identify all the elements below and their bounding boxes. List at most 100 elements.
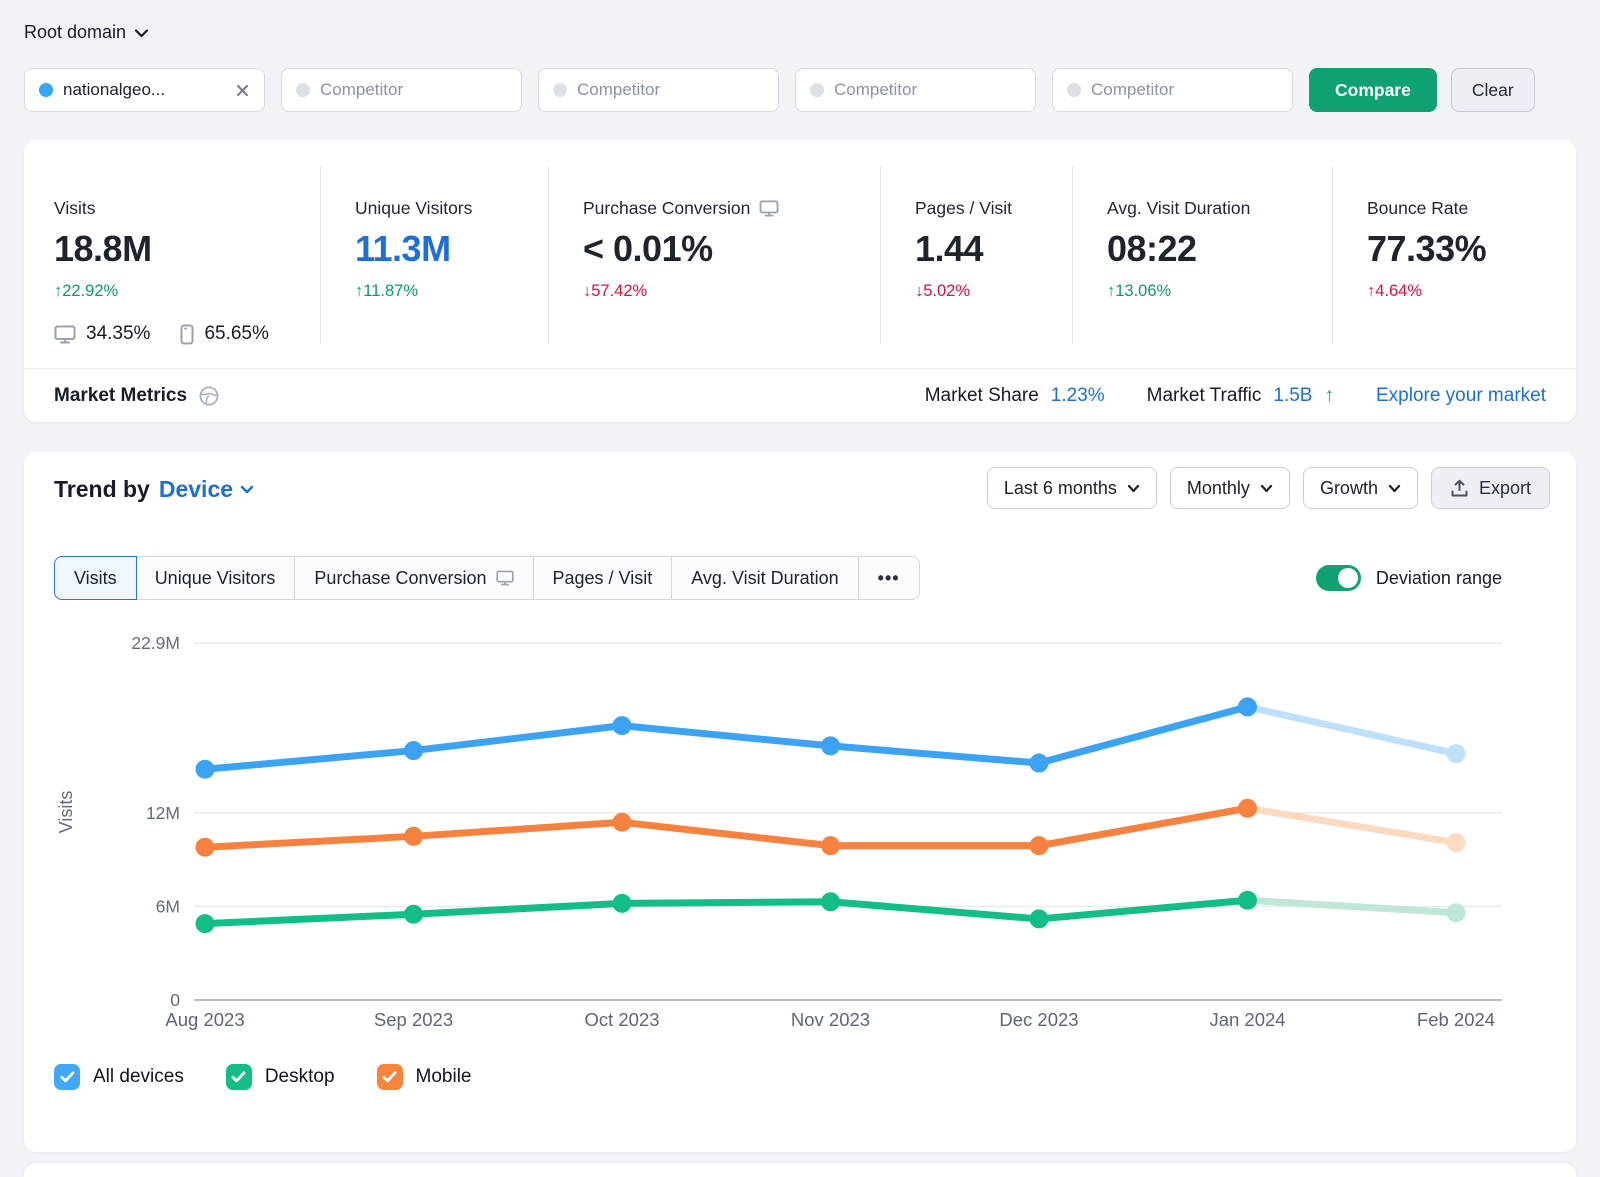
metric-change: ↑4.64% [1367, 282, 1566, 301]
domain-color-dot [39, 83, 53, 97]
metric-label: Bounce Rate [1367, 198, 1566, 219]
tab-visits[interactable]: Visits [54, 556, 137, 600]
svg-text:Dec 2023: Dec 2023 [999, 1009, 1078, 1030]
legend-desktop[interactable]: Desktop [226, 1064, 335, 1090]
device-split: 34.35% 65.65% [54, 323, 310, 345]
metric-bounce-rate: Bounce Rate 77.33% ↑4.64% [1332, 166, 1576, 344]
deviation-toggle[interactable] [1316, 565, 1361, 591]
desktop-icon [496, 570, 514, 586]
competitor-color-dot [296, 83, 310, 97]
main-domain-chip[interactable]: nationalgeo... [24, 68, 265, 112]
mobile-share: 65.65% [204, 323, 268, 345]
metric-unique-visitors: Unique Visitors 11.3M ↑11.87% [320, 166, 548, 344]
chevron-down-icon [1127, 484, 1140, 493]
legend-label: All devices [93, 1066, 184, 1088]
desktop-share: 34.35% [86, 323, 150, 345]
metric-purchase-conversion: Purchase Conversion < 0.01% ↓57.42% [548, 166, 880, 344]
arrow-up-icon: ↑ [1324, 385, 1334, 407]
svg-text:Jan 2024: Jan 2024 [1209, 1009, 1285, 1030]
competitor-color-dot [553, 83, 567, 97]
metrics-card: Visits 18.8M ↑22.92% 34.35% 65.65% Uniqu… [24, 140, 1576, 422]
market-traffic-value[interactable]: 1.5B [1273, 385, 1312, 407]
competitor-color-dot [1067, 83, 1081, 97]
metric-label: Unique Visitors [355, 198, 538, 219]
main-domain-text: nationalgeo... [63, 80, 225, 100]
svg-text:Aug 2023: Aug 2023 [165, 1009, 244, 1030]
metric-label: Pages / Visit [915, 198, 1062, 219]
competitor-input-3[interactable]: Competitor [795, 68, 1036, 112]
root-domain-label: Root domain [24, 22, 126, 43]
market-share-value[interactable]: 1.23% [1051, 385, 1105, 407]
globe-icon [198, 385, 220, 407]
metrics-row: Visits 18.8M ↑22.92% 34.35% 65.65% Uniqu… [24, 140, 1576, 368]
metric-visits: Visits 18.8M ↑22.92% 34.35% 65.65% [24, 166, 320, 344]
svg-text:12M: 12M [146, 803, 180, 823]
trend-title-prefix: Trend by [54, 476, 150, 503]
chart-tabs-row: Visits Unique Visitors Purchase Conversi… [54, 556, 1502, 600]
competitor-placeholder: Competitor [320, 80, 403, 100]
legend-all-devices[interactable]: All devices [54, 1064, 184, 1090]
tab-unique-visitors[interactable]: Unique Visitors [136, 556, 296, 600]
deviation-range-control: Deviation range [1316, 565, 1502, 591]
svg-text:Visits: Visits [56, 791, 76, 834]
competitor-input-2[interactable]: Competitor [538, 68, 779, 112]
competitor-placeholder: Competitor [1091, 80, 1174, 100]
legend-mobile[interactable]: Mobile [377, 1064, 472, 1090]
svg-text:Oct 2023: Oct 2023 [584, 1009, 659, 1030]
tab-more-options[interactable]: ••• [859, 556, 920, 600]
deviation-label: Deviation range [1376, 568, 1502, 589]
trend-chart: 22.9M 12M 6M 0 Visits Aug 2023 Sep 2023 Oct 202… [24, 602, 1576, 1042]
chart-legend: All devices Desktop Mobile [54, 1064, 472, 1090]
clear-button[interactable]: Clear [1451, 68, 1535, 112]
compare-bar: nationalgeo... Competitor Competitor Com… [24, 68, 1576, 112]
checkbox-checked-icon [54, 1064, 80, 1090]
svg-text:Feb 2024: Feb 2024 [1417, 1009, 1495, 1030]
competitor-input-1[interactable]: Competitor [281, 68, 522, 112]
tab-purchase-conversion[interactable]: Purchase Conversion [295, 556, 533, 600]
svg-text:Nov 2023: Nov 2023 [791, 1009, 870, 1030]
desktop-icon [54, 325, 76, 344]
metric-label: Purchase Conversion [583, 198, 750, 219]
device-selector[interactable]: Device [159, 476, 254, 503]
competitor-input-4[interactable]: Competitor [1052, 68, 1293, 112]
metric-label: Visits [54, 198, 310, 219]
checkbox-checked-icon [226, 1064, 252, 1090]
checkbox-checked-icon [377, 1064, 403, 1090]
period-select[interactable]: Last 6 months [987, 467, 1157, 509]
metric-change: ↓57.42% [583, 282, 870, 301]
tab-pages-per-visit[interactable]: Pages / Visit [534, 556, 673, 600]
mobile-icon [180, 324, 194, 345]
market-traffic-label: Market Traffic [1147, 385, 1262, 407]
granularity-select[interactable]: Monthly [1170, 467, 1290, 509]
market-metrics-row: Market Metrics Market Share 1.23% Market… [24, 368, 1576, 422]
compare-button[interactable]: Compare [1309, 68, 1437, 112]
root-domain-selector[interactable]: Root domain [24, 22, 149, 43]
svg-text:22.9M: 22.9M [131, 633, 180, 653]
metric-value-link[interactable]: 11.3M [355, 228, 538, 270]
desktop-icon [759, 200, 779, 217]
export-button[interactable]: Export [1431, 467, 1550, 509]
competitor-placeholder: Competitor [577, 80, 660, 100]
metric-value: 18.8M [54, 228, 310, 270]
svg-text:6M: 6M [156, 896, 180, 916]
metric-change: ↑11.87% [355, 282, 538, 301]
explore-market-link[interactable]: Explore your market [1376, 385, 1546, 407]
metric-pages-per-visit: Pages / Visit 1.44 ↓5.02% [880, 166, 1072, 344]
svg-text:Sep 2023: Sep 2023 [374, 1009, 453, 1030]
chevron-down-icon [1388, 484, 1401, 493]
legend-label: Mobile [416, 1066, 472, 1088]
svg-text:0: 0 [170, 990, 180, 1010]
market-metrics-title: Market Metrics [54, 385, 187, 407]
close-icon[interactable] [235, 83, 250, 98]
competitor-placeholder: Competitor [834, 80, 917, 100]
mode-select[interactable]: Growth [1303, 467, 1418, 509]
tab-avg-visit-duration[interactable]: Avg. Visit Duration [672, 556, 858, 600]
export-icon [1450, 479, 1469, 498]
metric-value: 1.44 [915, 228, 1062, 270]
metric-tabs: Visits Unique Visitors Purchase Conversi… [54, 556, 920, 600]
legend-label: Desktop [265, 1066, 335, 1088]
metric-change: ↑13.06% [1107, 282, 1322, 301]
metric-value: 77.33% [1367, 228, 1566, 270]
metric-value: < 0.01% [583, 228, 870, 270]
metric-label: Avg. Visit Duration [1107, 198, 1322, 219]
